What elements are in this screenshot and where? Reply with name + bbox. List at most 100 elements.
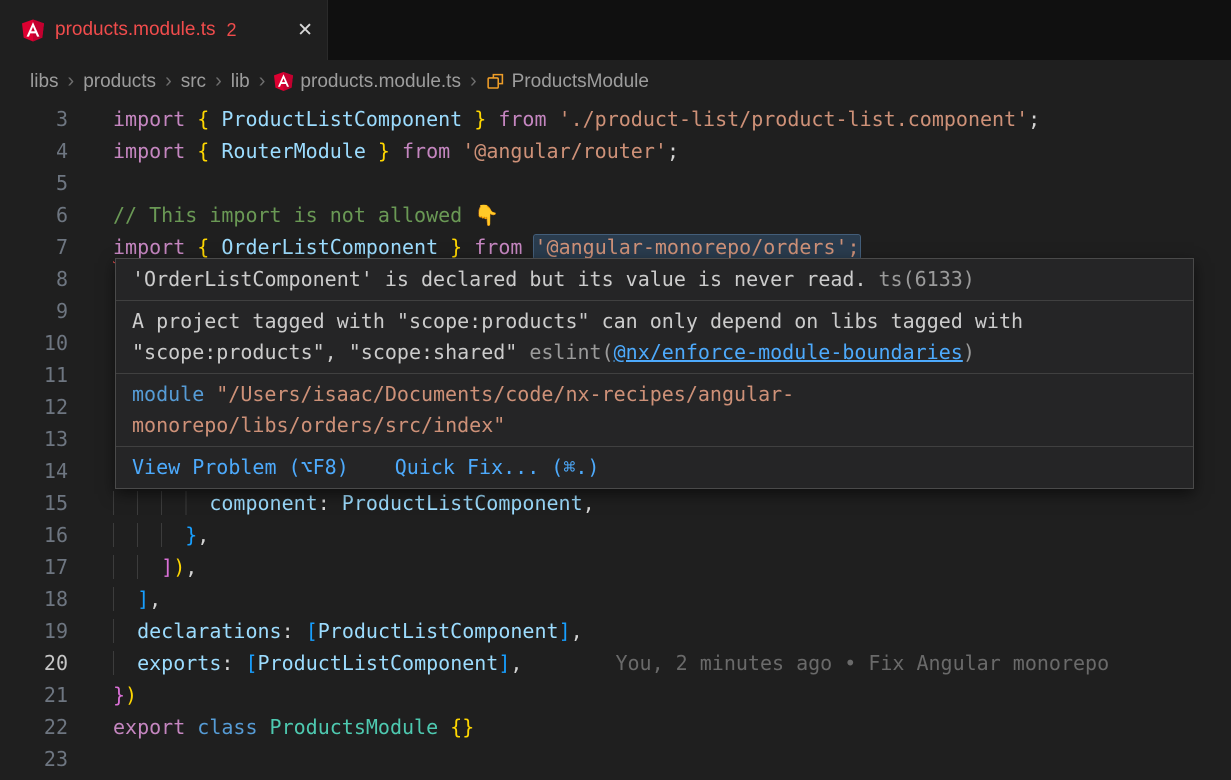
code-line-content: ]),: [68, 551, 197, 583]
line-number: 16: [0, 519, 68, 551]
diagnostic-message: 'OrderListComponent' is declared but its…: [132, 267, 867, 291]
code-line[interactable]: 23: [0, 743, 1231, 775]
code-line[interactable]: 17 ]),: [0, 551, 1231, 583]
breadcrumb: libs › products › src › lib › products.module.t…: [0, 60, 1231, 103]
breadcrumb-item-products[interactable]: products: [83, 71, 156, 93]
line-number: 13: [0, 423, 68, 455]
breadcrumb-separator: ›: [470, 70, 477, 93]
breadcrumb-label: products.module.ts: [300, 71, 461, 93]
line-number: 4: [0, 135, 68, 167]
code-line-content: import { ProductListComponent } from './…: [68, 103, 1040, 135]
code-line[interactable]: 21}): [0, 679, 1231, 711]
line-number: 5: [0, 167, 68, 199]
code-line-content: [68, 455, 113, 487]
module-path-line2: monorepo/libs/orders/src/index": [132, 413, 505, 437]
code-line[interactable]: 16 },: [0, 519, 1231, 551]
class-icon: [486, 72, 505, 91]
line-number: 7: [0, 231, 68, 263]
breadcrumb-separator: ›: [259, 70, 266, 93]
code-line[interactable]: 18 ],: [0, 583, 1231, 615]
diagnostic-eslint-row: A project tagged with "scope:products" c…: [116, 300, 1193, 373]
angular-icon: [22, 19, 44, 42]
code-line-content: component: ProductListComponent,: [68, 487, 595, 519]
code-line-content: [68, 327, 113, 359]
eslint-message-line2: "scope:products", "scope:shared": [132, 340, 517, 364]
code-line[interactable]: 5: [0, 167, 1231, 199]
code-line-content: exports: [ProductListComponent],You, 2 m…: [68, 647, 1109, 679]
code-line-content: export class ProductsModule {}: [68, 711, 474, 743]
tab-products-module[interactable]: products.module.ts 2 ✕: [0, 0, 328, 60]
breadcrumb-label: ProductsModule: [512, 71, 649, 93]
breadcrumb-label: lib: [231, 71, 250, 93]
breadcrumb-item-products-module-ts[interactable]: products.module.ts: [274, 71, 461, 93]
hover-actions-row: View Problem (⌥F8) Quick Fix... (⌘.): [116, 446, 1193, 488]
code-line[interactable]: 22export class ProductsModule {}: [0, 711, 1231, 743]
angular-icon: [274, 72, 293, 91]
code-line-content: },: [68, 519, 209, 551]
code-line-content: }): [68, 679, 137, 711]
hover-popup: 'OrderListComponent' is declared but its…: [115, 258, 1194, 489]
eslint-message-line1: A project tagged with "scope:products" c…: [132, 309, 1023, 333]
line-number: 19: [0, 615, 68, 647]
module-keyword: module: [132, 382, 204, 406]
problems-count-badge: 2: [227, 20, 237, 41]
line-number: 10: [0, 327, 68, 359]
rule-link[interactable]: @nx/enforce-module-boundaries: [614, 340, 963, 364]
breadcrumb-label: src: [181, 71, 206, 93]
breadcrumb-label: libs: [30, 71, 59, 93]
line-number: 8: [0, 263, 68, 295]
view-problem-action[interactable]: View Problem (⌥F8): [132, 452, 349, 483]
line-number: 12: [0, 391, 68, 423]
git-blame-annotation: You, 2 minutes ago • Fix Angular monorep…: [615, 651, 1109, 675]
code-line-content: [68, 359, 113, 391]
breadcrumb-separator: ›: [215, 70, 222, 93]
code-line[interactable]: 6// This import is not allowed 👇: [0, 199, 1231, 231]
line-number: 20: [0, 647, 68, 679]
diagnostic-source: ts(6133): [879, 267, 975, 291]
module-path-line1: "/Users/isaac/Documents/code/nx-recipes/…: [216, 382, 794, 406]
line-number: 23: [0, 743, 68, 775]
code-line-content: declarations: [ProductListComponent],: [68, 615, 583, 647]
code-line-content: import { RouterModule } from '@angular/r…: [68, 135, 679, 167]
breadcrumb-item-productsmodule[interactable]: ProductsModule: [486, 71, 649, 93]
line-number: 11: [0, 359, 68, 391]
tab-bar: products.module.ts 2 ✕: [0, 0, 1231, 60]
code-line-content: [68, 295, 113, 327]
line-number: 18: [0, 583, 68, 615]
code-line-content: [68, 743, 113, 775]
tab-title: products.module.ts: [55, 19, 216, 41]
breadcrumb-label: products: [83, 71, 156, 93]
code-line-content: [68, 167, 113, 199]
close-icon[interactable]: ✕: [297, 19, 313, 42]
code-line[interactable]: 20 exports: [ProductListComponent],You, …: [0, 647, 1231, 679]
eslint-source-suffix: ): [963, 340, 975, 364]
code-line[interactable]: 19 declarations: [ProductListComponent],: [0, 615, 1231, 647]
code-line[interactable]: 4import { RouterModule } from '@angular/…: [0, 135, 1231, 167]
diagnostic-ts-row: 'OrderListComponent' is declared but its…: [116, 259, 1193, 300]
line-number: 6: [0, 199, 68, 231]
module-info-row: module "/Users/isaac/Documents/code/nx-re…: [116, 373, 1193, 446]
breadcrumb-item-lib[interactable]: lib: [231, 71, 250, 93]
code-line-content: [68, 263, 113, 295]
line-number: 3: [0, 103, 68, 135]
breadcrumb-separator: ›: [68, 70, 75, 93]
line-number: 9: [0, 295, 68, 327]
line-number: 21: [0, 679, 68, 711]
quick-fix-action[interactable]: Quick Fix... (⌘.): [395, 452, 600, 483]
code-line-content: // This import is not allowed 👇: [68, 199, 499, 231]
error-squiggle: import { OrderListComponent } from '@ang…: [113, 235, 860, 259]
line-number: 17: [0, 551, 68, 583]
code-line[interactable]: 3import { ProductListComponent } from '.…: [0, 103, 1231, 135]
vscode-window: products.module.ts 2 ✕ libs › products › src…: [0, 0, 1231, 780]
line-number: 15: [0, 487, 68, 519]
code-line-content: [68, 391, 113, 423]
code-line-content: ],: [68, 583, 161, 615]
breadcrumb-separator: ›: [165, 70, 172, 93]
line-number: 14: [0, 455, 68, 487]
code-line[interactable]: 15 component: ProductListComponent,: [0, 487, 1231, 519]
eslint-source-prefix: eslint(: [529, 340, 613, 364]
breadcrumb-item-libs[interactable]: libs: [30, 71, 59, 93]
code-editor: 3import { ProductListComponent } from '.…: [0, 103, 1231, 780]
line-number: 22: [0, 711, 68, 743]
breadcrumb-item-src[interactable]: src: [181, 71, 206, 93]
